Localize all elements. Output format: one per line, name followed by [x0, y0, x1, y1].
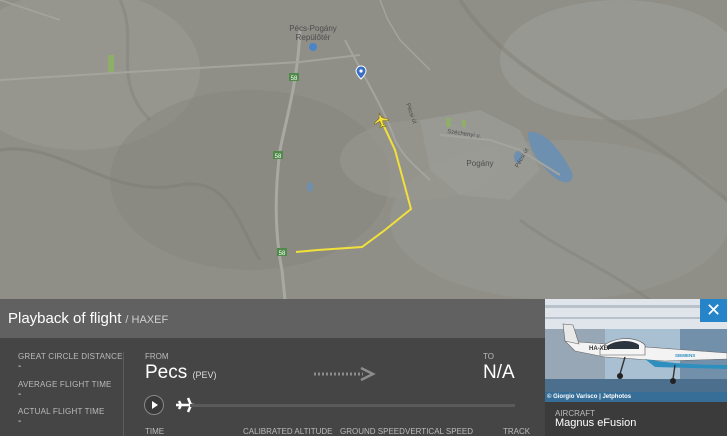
from-code: (PEV) [192, 370, 217, 380]
playback-title: Playback of flight / HAXEF [8, 310, 168, 327]
from-label: FROM [145, 352, 169, 361]
aircraft-card: HA-XEF SIEMENS © Giorgio Varisco | Jetph… [545, 299, 727, 436]
stat-label-actual-time: ACTUAL FLIGHT TIME [18, 407, 105, 416]
from-city: Pecs [145, 362, 188, 383]
playback-panel: Playback of flight / HAXEF GREAT CIRCLE D… [0, 299, 545, 436]
column-vertical-speed: VERTICAL SPEED [405, 427, 474, 436]
photo-brand-text: SIEMENS [675, 353, 695, 358]
close-button[interactable]: ✕ [700, 299, 727, 322]
aircraft-name: Magnus eFusion [555, 417, 637, 429]
play-icon [152, 401, 158, 409]
playback-timeline[interactable] [190, 404, 515, 407]
column-track: TRACK [503, 427, 531, 436]
column-ground-speed: GROUND SPEED [340, 427, 405, 436]
column-altitude: CALIBRATED ALTITUDE [243, 427, 333, 436]
photo-credit: © Giorgio Varisco | Jetphotos [547, 394, 632, 400]
town-label-pogany: Pogány [466, 159, 493, 168]
road-shield-58c: 58 [279, 251, 286, 257]
panel-divider [123, 352, 124, 436]
stat-label-avg-time: AVERAGE FLIGHT TIME [18, 380, 112, 389]
road-shield-58b: 58 [275, 154, 282, 160]
flight-registration: / HAXEF [125, 314, 169, 326]
stat-value-actual-time: - [18, 416, 22, 427]
flight-map[interactable]: 58 58 58 Pécs-Pogány Repülőtér Pogány Pé… [0, 0, 727, 300]
airport-label-line2: Repülőtér [296, 33, 331, 42]
airport-label-line1: Pécs-Pogány [289, 24, 337, 33]
close-icon: ✕ [705, 300, 722, 320]
play-button[interactable] [144, 395, 164, 415]
to-label: TO [483, 352, 494, 361]
photo-registration-text: HA-XEF [589, 346, 612, 352]
aircraft-photo[interactable]: HA-XEF SIEMENS © Giorgio Varisco | Jetph… [545, 299, 727, 402]
arrow-right-icon [314, 366, 376, 382]
playback-header: Playback of flight / HAXEF [0, 299, 545, 338]
stat-value-distance: - [18, 361, 22, 372]
column-time: TIME [145, 427, 165, 436]
to-airport: N/A [483, 362, 515, 383]
playback-title-text: Playback of flight [8, 310, 122, 327]
road-shield-58a: 58 [291, 76, 298, 82]
stat-label-distance: GREAT CIRCLE DISTANCE [18, 352, 123, 361]
from-airport: Pecs (PEV) [145, 362, 217, 384]
stat-value-avg-time: - [18, 389, 22, 400]
